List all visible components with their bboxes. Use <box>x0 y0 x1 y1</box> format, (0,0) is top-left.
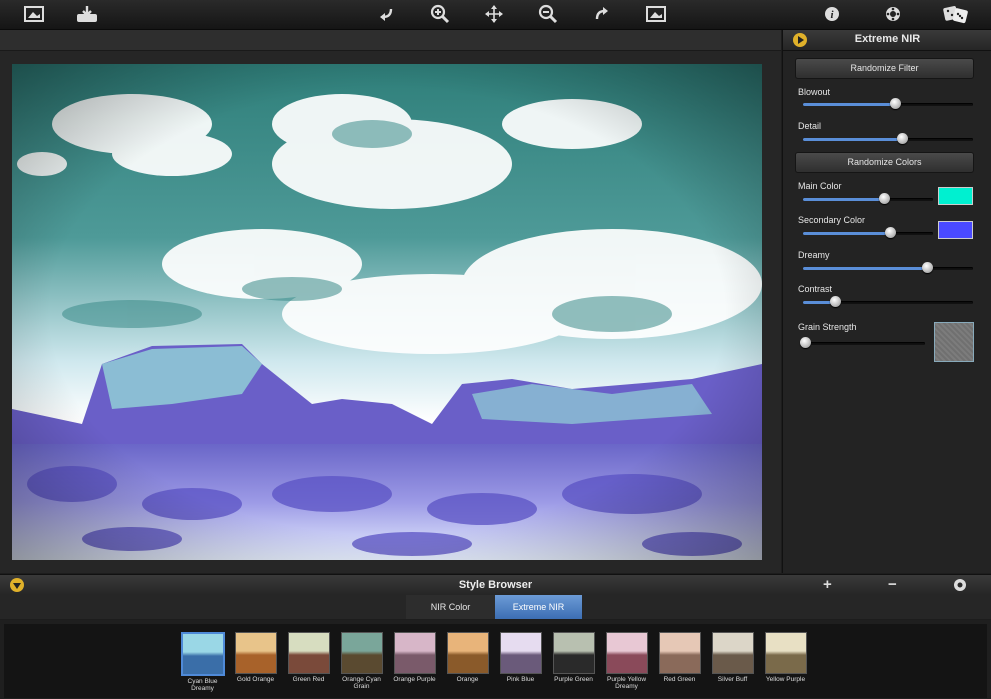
style-thumbnail[interactable]: Silver Buff <box>710 632 755 683</box>
style-thumbnail-label: Pink Blue <box>506 676 535 683</box>
undo-icon[interactable] <box>373 3 399 25</box>
add-style-icon[interactable]: + <box>823 577 832 593</box>
style-thumbnail-image <box>659 632 701 674</box>
main-color-label: Main Color <box>798 181 842 191</box>
info-icon[interactable]: i <box>819 3 845 25</box>
style-thumbnail-image <box>447 632 489 674</box>
main-color-slider[interactable] <box>803 193 933 204</box>
secondary-color-slider[interactable] <box>803 227 933 238</box>
panel-title: Extreme NIR <box>854 33 921 45</box>
style-category-tabs: NIR Color Extreme NIR <box>0 595 991 619</box>
randomize-colors-button[interactable]: Randomize Colors <box>795 152 974 173</box>
style-thumbnail-image <box>500 632 542 674</box>
thumbnail-list: Cyan Blue Dreamy Gold Orange Green Red Oran… <box>4 624 987 698</box>
style-thumbnail-label: Orange Purple <box>393 676 436 683</box>
remove-style-icon[interactable]: − <box>888 577 897 593</box>
pan-icon[interactable] <box>481 3 507 25</box>
style-thumbnail-image <box>341 632 383 674</box>
style-thumbnail[interactable]: Pink Blue <box>498 632 543 683</box>
style-thumbnail-label: Red Green <box>663 676 696 683</box>
style-thumbnail-strip: Cyan Blue Dreamy Gold Orange Green Red Oran… <box>0 620 991 699</box>
style-browser-header: Style Browser + − <box>0 574 991 596</box>
style-thumbnail[interactable]: Orange Purple <box>392 632 437 683</box>
style-thumbnail-label: Purple Yellow Dreamy <box>606 676 647 690</box>
style-thumbnail-image <box>712 632 754 674</box>
zoom-in-icon[interactable] <box>427 3 453 25</box>
style-thumbnail-image <box>606 632 648 674</box>
grain-strength-label: Grain Strength <box>798 322 857 332</box>
style-thumbnail[interactable]: Purple Yellow Dreamy <box>604 632 649 690</box>
tab-nir-color[interactable]: NIR Color <box>406 595 495 619</box>
image-canvas-area <box>0 30 781 573</box>
export-icon[interactable] <box>74 3 100 25</box>
style-thumbnail[interactable]: Gold Orange <box>233 632 278 683</box>
style-thumbnail-image <box>394 632 436 674</box>
style-thumbnail[interactable]: Purple Green <box>551 632 596 683</box>
detail-label: Detail <box>798 121 822 131</box>
main-color-swatch[interactable] <box>938 187 973 205</box>
grain-preview <box>934 322 974 362</box>
style-thumbnail[interactable]: Green Red <box>286 632 331 683</box>
randomize-filter-button[interactable]: Randomize Filter <box>795 58 974 79</box>
blowout-label: Blowout <box>798 87 831 97</box>
style-thumbnail-label: Gold Orange <box>236 676 275 683</box>
style-thumbnail-label: Yellow Purple <box>765 676 806 683</box>
style-thumbnail[interactable]: Cyan Blue Dreamy <box>180 632 225 692</box>
style-thumbnail-image <box>553 632 595 674</box>
style-thumbnail-image <box>288 632 330 674</box>
style-thumbnail-label: Orange Cyan Grain <box>342 676 381 690</box>
dreamy-label: Dreamy <box>798 250 830 260</box>
style-thumbnail-label: Orange <box>456 676 479 683</box>
zoom-out-icon[interactable] <box>535 3 561 25</box>
style-thumbnail[interactable]: Yellow Purple <box>763 632 808 683</box>
preview-photo[interactable] <box>12 64 762 560</box>
grain-strength-slider[interactable] <box>800 337 925 348</box>
secondary-color-label: Secondary Color <box>798 215 866 225</box>
style-thumbnail-label: Green Red <box>292 676 325 683</box>
panel-header: Extreme NIR <box>783 30 991 51</box>
blowout-slider[interactable] <box>803 98 973 109</box>
detail-slider[interactable] <box>803 133 973 144</box>
open-image-icon[interactable] <box>21 3 47 25</box>
style-thumbnail-image <box>235 632 277 674</box>
canvas-header <box>0 30 781 51</box>
secondary-color-swatch[interactable] <box>938 221 973 239</box>
style-thumbnail-image <box>765 632 807 674</box>
random-dice-icon[interactable] <box>941 3 971 25</box>
settings-icon[interactable] <box>880 3 906 25</box>
tab-extreme-nir[interactable]: Extreme NIR <box>495 595 582 619</box>
reset-icon[interactable] <box>953 577 967 596</box>
style-thumbnail-label: Purple Green <box>554 676 593 683</box>
style-thumbnail-label: Cyan Blue Dreamy <box>187 678 218 692</box>
style-thumbnail[interactable]: Red Green <box>657 632 702 683</box>
contrast-label: Contrast <box>798 284 833 294</box>
dreamy-slider[interactable] <box>803 262 973 273</box>
top-toolbar: i <box>0 0 991 30</box>
style-thumbnail[interactable]: Orange Cyan Grain <box>339 632 384 690</box>
filter-settings-panel: Extreme NIR Randomize Filter Blowout Det… <box>782 30 991 573</box>
style-thumbnail-label: Silver Buff <box>717 676 748 683</box>
style-browser-title: Style Browser <box>458 579 533 591</box>
contrast-slider[interactable] <box>803 296 973 307</box>
fit-image-icon[interactable] <box>643 3 669 25</box>
style-thumbnail-image <box>181 632 225 676</box>
style-thumbnail[interactable]: Orange <box>445 632 490 683</box>
redo-icon[interactable] <box>589 3 615 25</box>
